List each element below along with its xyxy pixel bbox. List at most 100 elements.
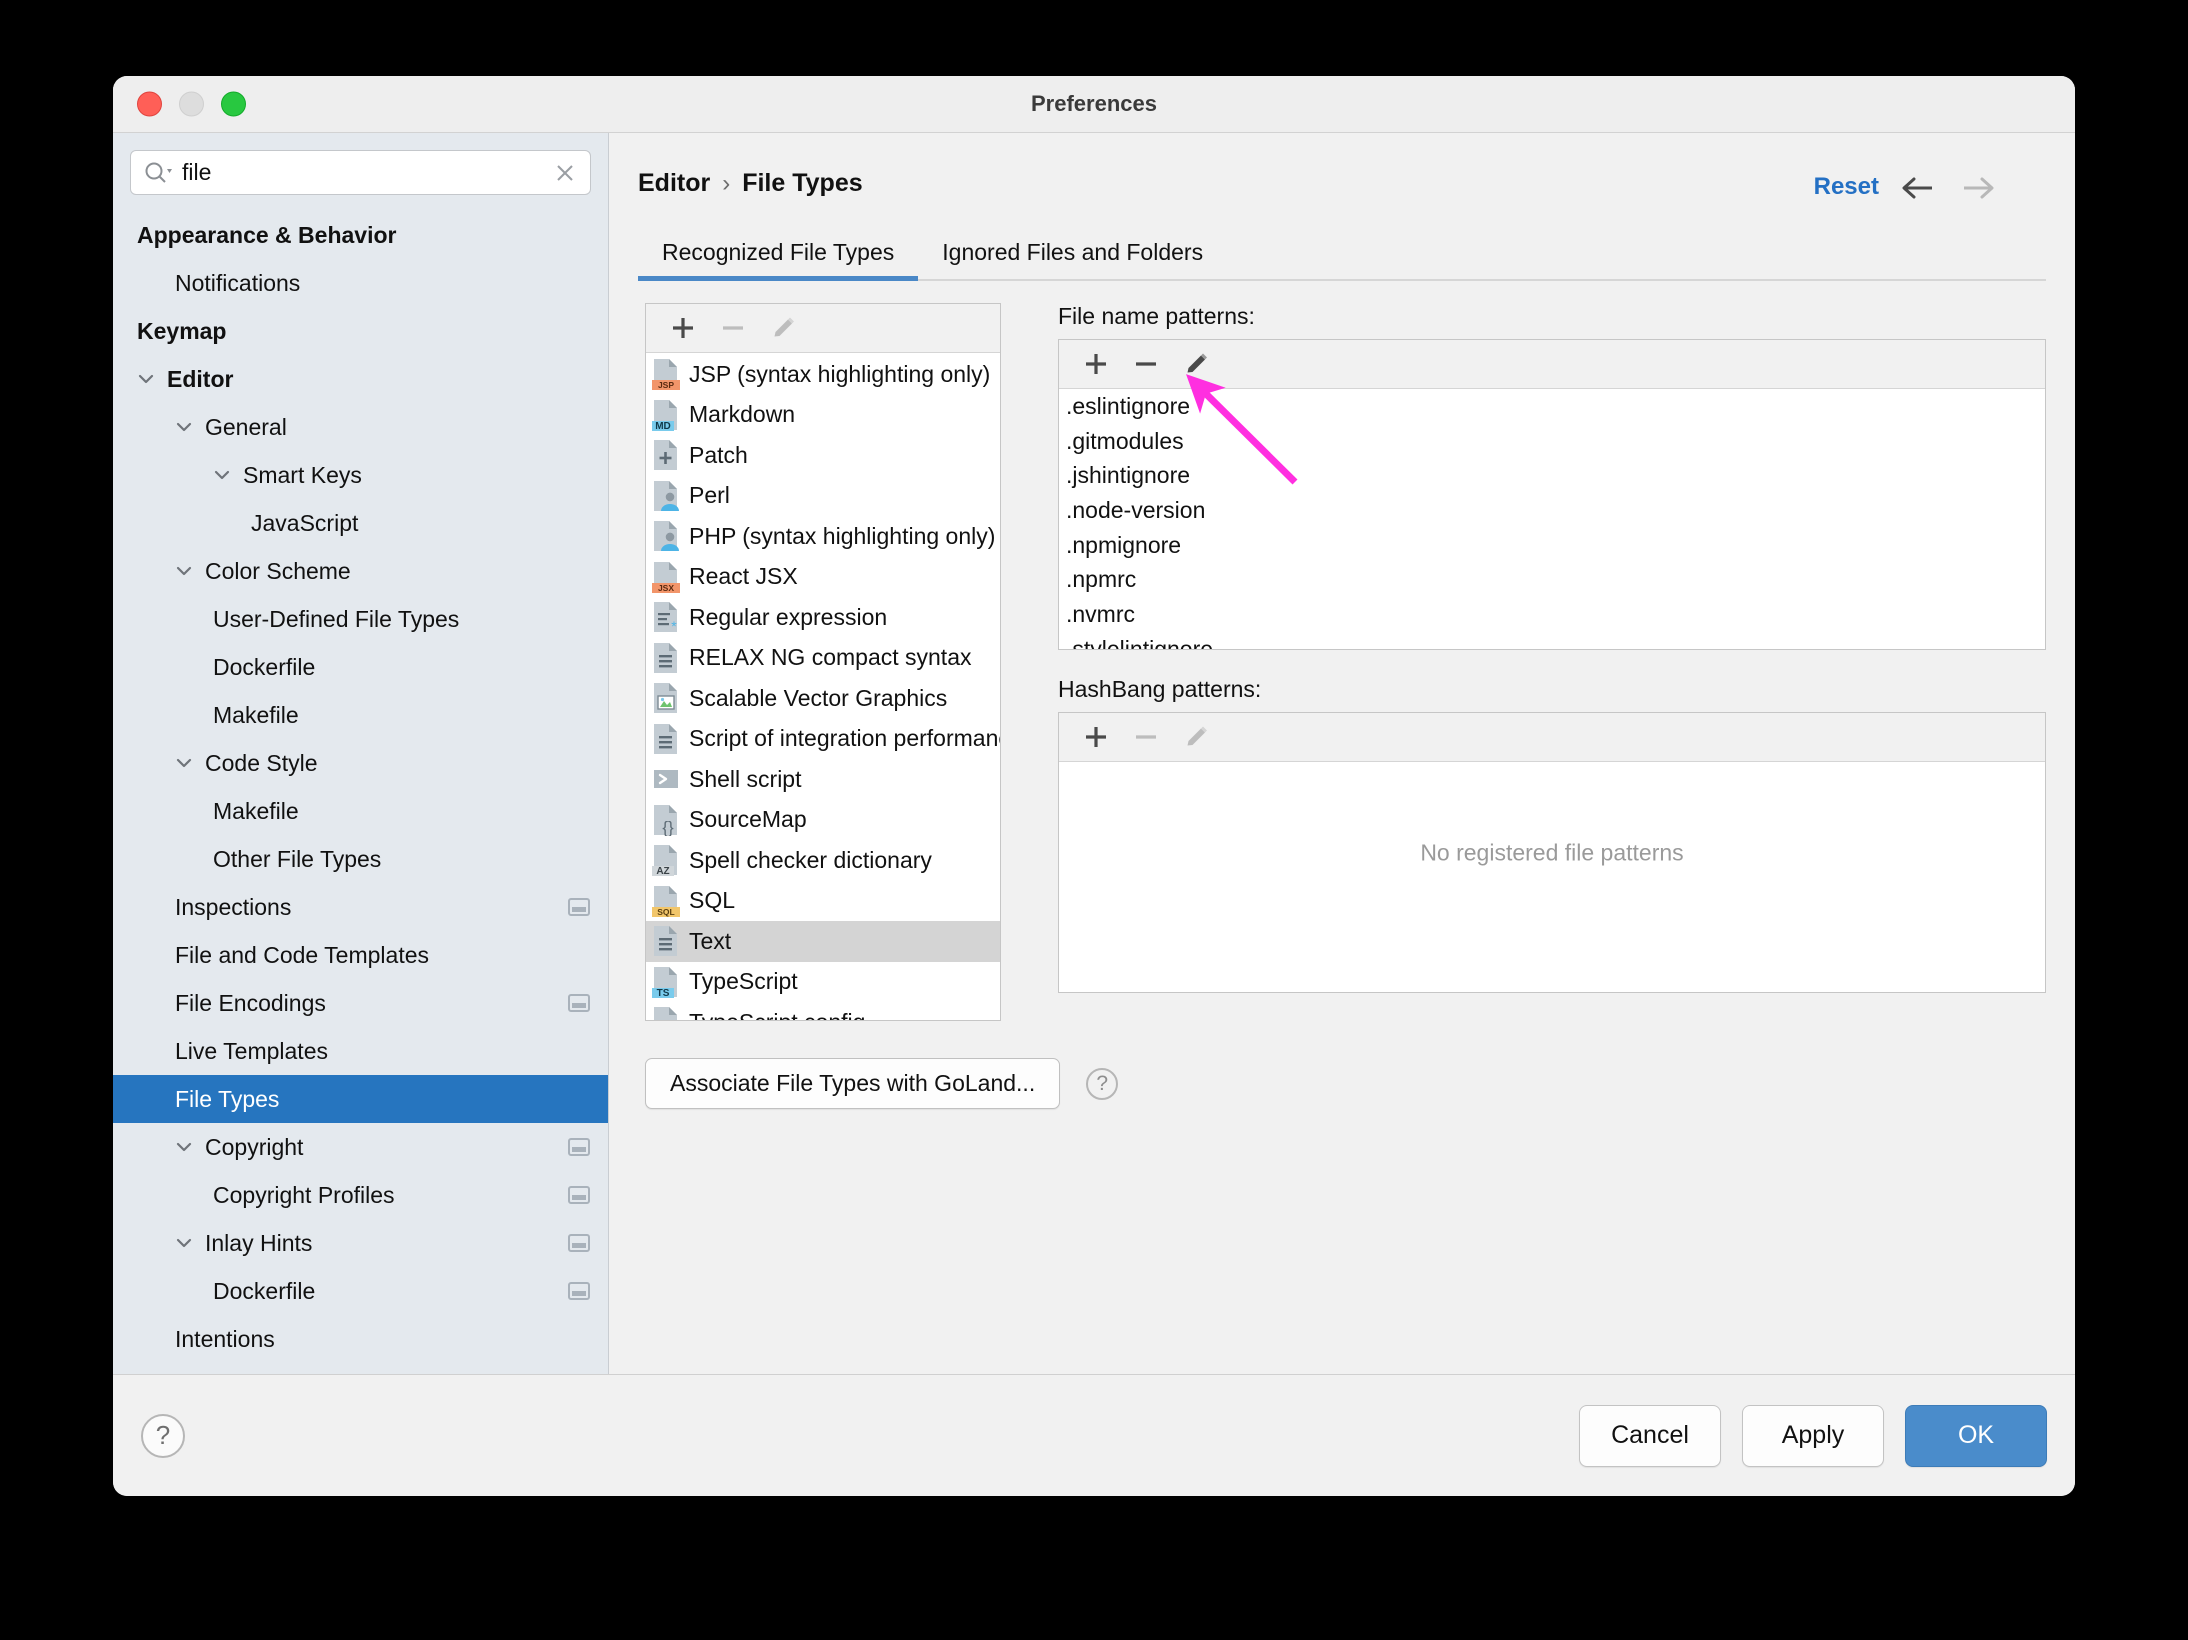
sidebar-item-plugins[interactable]: Plugins bbox=[113, 1363, 608, 1375]
file-type-label: Regular expression bbox=[689, 603, 888, 630]
sidebar-item-inspections[interactable]: Inspections bbox=[113, 883, 608, 931]
file-type-label: Script of integration performance test bbox=[689, 725, 1000, 752]
settings-main-panel: Editor › File Types Reset Recognized Fil… bbox=[609, 133, 2075, 1374]
clear-icon[interactable] bbox=[552, 160, 578, 186]
chevron-down-icon[interactable] bbox=[173, 560, 195, 582]
add-pattern-button[interactable] bbox=[1071, 344, 1121, 384]
svg-text:JSP: JSP bbox=[658, 380, 674, 390]
tab-recognized-file-types[interactable]: Recognized File Types bbox=[638, 239, 919, 281]
add-file-type-button[interactable] bbox=[658, 308, 708, 348]
tab-ignored-files-and-folders[interactable]: Ignored Files and Folders bbox=[918, 239, 1227, 279]
dialog-footer: ? Cancel Apply OK bbox=[113, 1374, 2075, 1496]
arrow-left-icon[interactable] bbox=[1899, 171, 1939, 205]
search-icon[interactable] bbox=[143, 160, 173, 186]
sidebar-item-dockerfile[interactable]: Dockerfile bbox=[113, 643, 608, 691]
sidebar-item-live-templates[interactable]: Live Templates bbox=[113, 1027, 608, 1075]
sidebar-item-label: Appearance & Behavior bbox=[137, 221, 397, 248]
file-type-icon: JSP bbox=[651, 358, 681, 391]
breadcrumb-parent[interactable]: Editor bbox=[638, 169, 710, 198]
sidebar-item-copyright[interactable]: Copyright bbox=[113, 1123, 608, 1171]
pattern-row[interactable]: .jshintignore bbox=[1059, 458, 2045, 493]
ok-button[interactable]: OK bbox=[1905, 1404, 2047, 1467]
file-type-row[interactable]: {} TypeScript config bbox=[646, 1002, 1000, 1020]
chevron-down-icon[interactable] bbox=[211, 464, 233, 486]
pattern-row[interactable]: .nvmrc bbox=[1059, 597, 2045, 632]
file-type-row[interactable]: RELAX NG compact syntax bbox=[646, 638, 1000, 679]
sidebar-item-copyright-profiles[interactable]: Copyright Profiles bbox=[113, 1171, 608, 1219]
file-type-icon bbox=[651, 480, 681, 512]
file-name-patterns-list[interactable]: .eslintignore .gitmodules .jshintignore .no… bbox=[1059, 389, 2045, 649]
pattern-row[interactable]: .npmignore bbox=[1059, 528, 2045, 563]
associate-row: Associate File Types with GoLand... ? bbox=[645, 1058, 1119, 1109]
sidebar-item-general[interactable]: General bbox=[113, 403, 608, 451]
search-input[interactable] bbox=[182, 159, 482, 186]
sidebar-item-inlay-hints[interactable]: Inlay Hints bbox=[113, 1219, 608, 1267]
file-type-row[interactable]: AZ Spell checker dictionary bbox=[646, 840, 1000, 881]
sidebar-item-keymap[interactable]: Keymap bbox=[113, 307, 608, 355]
sidebar-item-javascript[interactable]: JavaScript bbox=[113, 499, 608, 547]
apply-button[interactable]: Apply bbox=[1742, 1404, 1884, 1467]
search-box[interactable] bbox=[130, 150, 591, 195]
settings-sidebar: Appearance & Behavior Notifications Keymap… bbox=[113, 133, 609, 1374]
file-types-list[interactable]: JSP JSP (syntax highlighting only) MD Markd… bbox=[646, 354, 1000, 1020]
chevron-down-icon[interactable] bbox=[135, 368, 157, 390]
sidebar-item-label: Inlay Hints bbox=[205, 1229, 313, 1256]
file-type-label: SourceMap bbox=[689, 806, 807, 833]
sidebar-item-label: Smart Keys bbox=[243, 461, 362, 488]
sidebar-item-notifications[interactable]: Notifications bbox=[113, 259, 608, 307]
cancel-button[interactable]: Cancel bbox=[1579, 1404, 1721, 1467]
file-type-row[interactable]: MD Markdown bbox=[646, 395, 1000, 436]
sidebar-item-code-style[interactable]: Code Style bbox=[113, 739, 608, 787]
sidebar-item-makefile[interactable]: Makefile bbox=[113, 691, 608, 739]
pattern-row[interactable]: .stylelintignore bbox=[1059, 632, 2045, 649]
sidebar-item-smart-keys[interactable]: Smart Keys bbox=[113, 451, 608, 499]
sidebar-item-intentions[interactable]: Intentions bbox=[113, 1315, 608, 1363]
sidebar-item-user-defined-file-types[interactable]: User-Defined File Types bbox=[113, 595, 608, 643]
pattern-row[interactable]: .eslintignore bbox=[1059, 389, 2045, 424]
sidebar-item-label: Copyright bbox=[205, 1133, 304, 1160]
sidebar-item-label: Other File Types bbox=[213, 845, 382, 872]
help-icon[interactable]: ? bbox=[1086, 1067, 1119, 1100]
file-type-row[interactable]: SQL SQL bbox=[646, 881, 1000, 922]
file-type-row[interactable]: Patch bbox=[646, 435, 1000, 476]
chevron-down-icon[interactable] bbox=[173, 1232, 195, 1254]
reset-link[interactable]: Reset bbox=[1814, 173, 1879, 201]
chevron-down-icon[interactable] bbox=[173, 416, 195, 438]
sidebar-item-color-scheme[interactable]: Color Scheme bbox=[113, 547, 608, 595]
file-type-row[interactable]: Text bbox=[646, 921, 1000, 962]
sidebar-item-dockerfile[interactable]: Dockerfile bbox=[113, 1267, 608, 1315]
file-type-row[interactable]: Scalable Vector Graphics bbox=[646, 678, 1000, 719]
file-type-row[interactable]: Script of integration performance test bbox=[646, 719, 1000, 760]
sidebar-item-label: Live Templates bbox=[175, 1037, 328, 1064]
file-type-row[interactable]: JSP JSP (syntax highlighting only) bbox=[646, 354, 1000, 395]
file-type-row[interactable]: TS TypeScript bbox=[646, 962, 1000, 1003]
associate-file-types-button[interactable]: Associate File Types with GoLand... bbox=[645, 1058, 1061, 1109]
pattern-row[interactable]: .gitmodules bbox=[1059, 424, 2045, 459]
chevron-down-icon[interactable] bbox=[173, 752, 195, 774]
sidebar-item-makefile[interactable]: Makefile bbox=[113, 787, 608, 835]
file-type-row[interactable]: Perl bbox=[646, 476, 1000, 517]
footer-buttons: Cancel Apply OK bbox=[1579, 1404, 2047, 1467]
sidebar-item-file-types[interactable]: File Types bbox=[113, 1075, 608, 1123]
file-type-label: TypeScript bbox=[689, 968, 798, 995]
sidebar-item-label: File Encodings bbox=[175, 989, 326, 1016]
sidebar-item-file-encodings[interactable]: File Encodings bbox=[113, 979, 608, 1027]
sidebar-item-editor[interactable]: Editor bbox=[113, 355, 608, 403]
sidebar-item-other-file-types[interactable]: Other File Types bbox=[113, 835, 608, 883]
sidebar-item-file-and-code-templates[interactable]: File and Code Templates bbox=[113, 931, 608, 979]
file-type-row[interactable]: {} SourceMap bbox=[646, 800, 1000, 841]
pattern-row[interactable]: .node-version bbox=[1059, 493, 2045, 528]
file-type-row[interactable]: Shell script bbox=[646, 759, 1000, 800]
window-title: Preferences bbox=[1031, 91, 1157, 116]
pattern-row[interactable]: .npmrc bbox=[1059, 562, 2045, 597]
file-type-row[interactable]: PHP (syntax highlighting only) bbox=[646, 516, 1000, 557]
file-type-row[interactable]: JSX React JSX bbox=[646, 557, 1000, 598]
project-scope-badge-icon bbox=[568, 898, 590, 916]
add-hashbang-button[interactable] bbox=[1071, 717, 1121, 757]
sidebar-item-appearance-behavior[interactable]: Appearance & Behavior bbox=[113, 211, 608, 259]
chevron-down-icon[interactable] bbox=[173, 1136, 195, 1158]
file-type-row[interactable]: * Regular expression bbox=[646, 597, 1000, 638]
edit-pattern-button[interactable] bbox=[1171, 344, 1221, 384]
help-icon[interactable]: ? bbox=[141, 1413, 185, 1458]
remove-pattern-button[interactable] bbox=[1121, 344, 1171, 384]
